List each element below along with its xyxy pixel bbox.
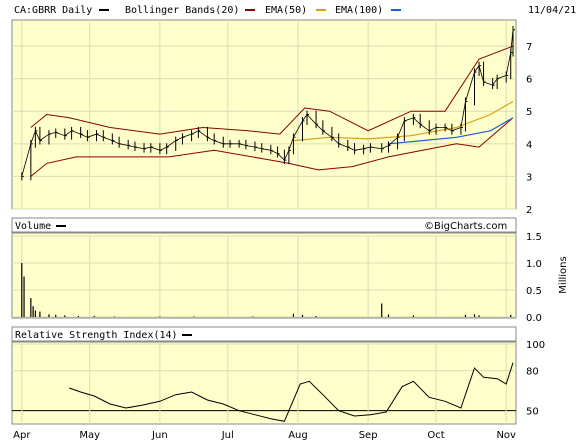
- volume-y-label: Millions: [558, 256, 569, 293]
- month-label: Jun: [151, 430, 168, 441]
- legend-label-ema100: EMA(100): [335, 5, 383, 16]
- price-tick-label: 5: [526, 107, 532, 118]
- month-axis: Apr May Jun Jul Aug Sep Oct Nov: [13, 430, 516, 441]
- legend-label-bollinger: Bollinger Bands(20): [125, 5, 239, 16]
- volume-title: Volume: [15, 221, 51, 232]
- volume-y-axis: 0.0 0.5 1.0 1.5: [526, 232, 542, 324]
- volume-tick-label: 0.0: [526, 313, 542, 324]
- price-tick-label: 3: [526, 172, 532, 183]
- month-label: Jul: [221, 430, 234, 441]
- rsi-tick-label: 50: [526, 407, 539, 418]
- volume-tick-label: 0.5: [526, 286, 542, 297]
- rsi-title: Relative Strength Index(14): [15, 330, 178, 341]
- month-label: Sep: [359, 430, 378, 441]
- month-label: May: [79, 430, 100, 441]
- volume-tick-label: 1.5: [526, 232, 542, 243]
- rsi-tick-label: 100: [526, 340, 545, 351]
- price-panel: [11, 19, 517, 210]
- price-tick-label: 7: [526, 42, 532, 53]
- price-y-axis: 2 3 4 5 6 7: [526, 42, 532, 216]
- price-tick-label: 6: [526, 75, 532, 86]
- rsi-tick-label: 80: [526, 367, 539, 378]
- chart-date: 11/04/21: [528, 5, 576, 16]
- chart-header: CA:GBRR Daily Bollinger Bands(20) EMA(50…: [14, 5, 576, 16]
- month-label: Oct: [427, 430, 444, 441]
- rsi-panel: [11, 341, 517, 425]
- rsi-y-axis: 50 80 100: [526, 340, 545, 418]
- watermark: ©BigCharts.com: [424, 221, 507, 232]
- price-tick-label: 4: [526, 140, 532, 151]
- month-label: Nov: [496, 430, 516, 441]
- month-label: Apr: [13, 430, 31, 441]
- volume-tick-label: 1.0: [526, 259, 542, 270]
- chart-symbol-title: CA:GBRR Daily: [14, 5, 92, 16]
- bigcharts-figure: CA:GBRR Daily Bollinger Bands(20) EMA(50…: [11, 5, 576, 441]
- legend-label-ema50: EMA(50): [265, 5, 307, 16]
- volume-panel: [11, 232, 517, 319]
- price-tick-label: 2: [526, 205, 532, 216]
- month-label: Aug: [288, 430, 308, 441]
